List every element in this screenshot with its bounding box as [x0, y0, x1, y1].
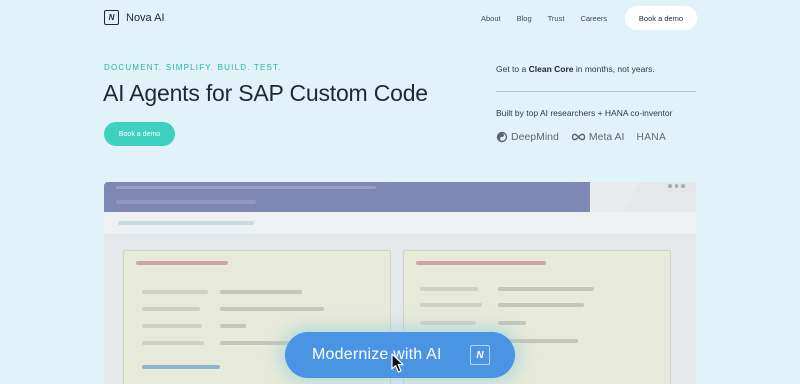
- nav-book-demo-button[interactable]: Book a demo: [625, 6, 697, 30]
- nova-logo-icon: N: [104, 10, 119, 25]
- brand-name: Nova AI: [126, 11, 165, 24]
- hero-book-demo-button[interactable]: Book a demo: [104, 122, 175, 146]
- built-by-text: Built by top AI researchers + HANA co-in…: [496, 108, 673, 118]
- mockup-row: [498, 287, 594, 291]
- mockup-link-line: [142, 365, 220, 369]
- mockup-row: [142, 290, 208, 294]
- mockup-card-title: [416, 261, 546, 265]
- mockup-row: [142, 307, 200, 311]
- mockup-header-bar: [104, 182, 696, 212]
- tagline-prefix: Get to a: [496, 64, 529, 74]
- mockup-more-dots-icon: [668, 184, 685, 188]
- brand-meta-ai: Meta AI: [571, 131, 625, 143]
- tagline: Get to a Clean Core in months, not years…: [496, 64, 696, 74]
- divider: [496, 91, 696, 92]
- hero-right-column: Get to a Clean Core in months, not years…: [496, 64, 696, 143]
- mockup-row: [220, 341, 290, 345]
- brand-hana-label: HANA: [636, 131, 667, 143]
- modernize-with-ai-label: Modernize with AI: [312, 346, 442, 363]
- partner-logos: DeepMind Meta AI HANA: [496, 131, 666, 143]
- mockup-subheader: [104, 212, 696, 234]
- mockup-row: [420, 303, 482, 307]
- mouse-pointer-icon: [391, 353, 404, 373]
- mockup-row: [498, 303, 584, 307]
- meta-infinity-icon: [571, 133, 586, 141]
- brand-deepmind-label: DeepMind: [511, 131, 559, 143]
- mockup-row: [498, 321, 526, 325]
- nav-link-trust[interactable]: Trust: [548, 14, 565, 23]
- mockup-row: [220, 290, 302, 294]
- mockup-row: [142, 341, 204, 345]
- deepmind-icon: [496, 131, 508, 143]
- mockup-row: [220, 324, 246, 328]
- brand-hana: HANA: [636, 132, 666, 143]
- brand-meta-ai-label: Meta AI: [588, 131, 625, 143]
- tagline-suffix: in months, not years.: [573, 64, 655, 74]
- mockup-header-line: [116, 200, 256, 204]
- mockup-header-line: [116, 186, 376, 189]
- mockup-row: [142, 324, 202, 328]
- nav-link-about[interactable]: About: [481, 14, 501, 23]
- brand-logo[interactable]: N Nova AI: [104, 10, 165, 25]
- nova-logo-icon: N: [470, 345, 490, 365]
- hero-headline: AI Agents for SAP Custom Code: [103, 80, 428, 106]
- mockup-subheader-line: [118, 221, 254, 225]
- tagline-bold: Clean Core: [528, 64, 574, 74]
- nav-link-careers[interactable]: Careers: [580, 14, 607, 23]
- top-nav: About Blog Trust Careers: [481, 14, 623, 23]
- mockup-row: [220, 307, 324, 311]
- mockup-row: [420, 287, 478, 291]
- brand-deepmind: DeepMind: [496, 131, 559, 143]
- nav-link-blog[interactable]: Blog: [517, 14, 532, 23]
- hero-kicker: DOCUMENT. SIMPLIFY. BUILD. TEST.: [104, 63, 282, 72]
- mockup-card-title: [136, 261, 228, 265]
- mockup-row: [420, 321, 476, 325]
